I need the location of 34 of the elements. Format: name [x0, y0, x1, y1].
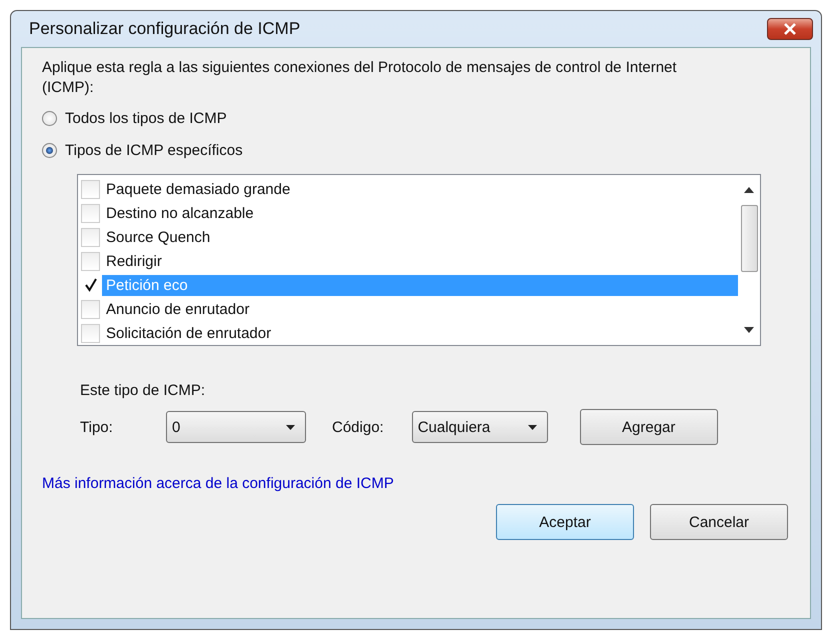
checkbox[interactable] [81, 300, 100, 318]
checkbox[interactable] [81, 324, 100, 342]
scroll-thumb[interactable] [740, 205, 758, 272]
radio-button[interactable] [42, 143, 57, 158]
radio-button[interactable] [42, 111, 57, 126]
radio-label[interactable]: Todos los tipos de ICMP [65, 110, 227, 127]
cancel-button[interactable]: Cancelar [650, 504, 788, 540]
instruction-text: Aplique esta regla a las siguientes conexiones del Protocolo de mensajes de control de Internet (ICMP): [42, 58, 678, 98]
more-info-link[interactable]: Más información acerca de la configuración de ICMP [42, 475, 394, 492]
code-label: Código: [332, 418, 384, 436]
list-item[interactable]: Redirigir [102, 250, 738, 272]
section-label: Este tipo de ICMP: [80, 382, 206, 399]
list-item[interactable]: Solicitación de enrutador [102, 322, 738, 344]
add-button[interactable]: Agregar [580, 409, 718, 445]
list-item[interactable]: Anuncio de enrutador [102, 298, 738, 320]
list-item[interactable]: Paquete demasiado grande [102, 178, 738, 200]
scroll-down-icon[interactable] [744, 327, 754, 333]
checkbox[interactable] [81, 204, 100, 222]
caret-icon [286, 424, 295, 430]
close-icon [783, 23, 797, 35]
list-item[interactable]: Source Quench [102, 226, 738, 248]
list-item[interactable]: Destino no alcanzable [102, 202, 738, 224]
window-title: Personalizar configuración de ICMP [28, 19, 300, 39]
code-dropdown[interactable]: Cualquiera [412, 411, 548, 443]
radio-label[interactable]: Tipos de ICMP específicos [65, 142, 243, 159]
close-button[interactable] [767, 18, 813, 40]
type-dropdown[interactable]: 0 [166, 411, 306, 443]
checkbox[interactable] [81, 252, 100, 270]
caret-icon [528, 424, 537, 430]
checkbox[interactable] [81, 180, 100, 198]
scroll-up-icon[interactable] [744, 187, 754, 193]
type-label: Tipo: [80, 418, 114, 436]
ok-button[interactable]: Aceptar [496, 504, 634, 540]
checkbox[interactable] [81, 228, 100, 246]
